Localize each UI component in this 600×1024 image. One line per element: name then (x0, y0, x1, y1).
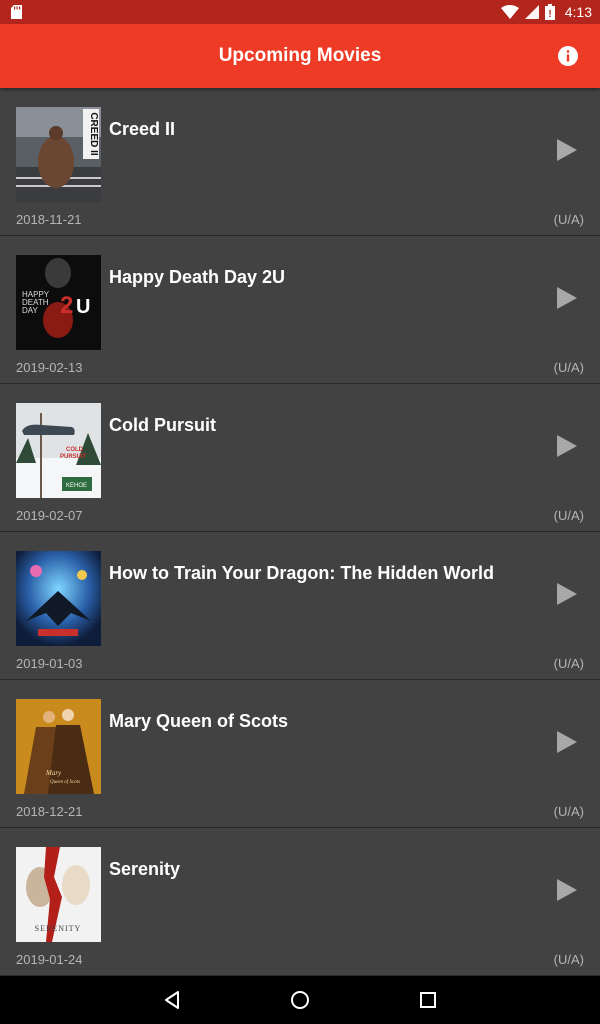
play-icon[interactable] (557, 139, 577, 161)
movie-list[interactable]: CREED II Creed II 2018-11-21 (U/A) HAPPY… (0, 88, 600, 976)
movie-list-item[interactable]: COLD PURSUIT KEHOE Cold Pursuit 2019-02-… (0, 384, 600, 532)
svg-text:!: ! (548, 9, 551, 20)
movie-list-item[interactable]: CREED II Creed II 2018-11-21 (U/A) (0, 88, 600, 236)
release-date: 2018-11-21 (16, 212, 82, 227)
movie-poster: COLD PURSUIT KEHOE (16, 403, 101, 498)
svg-text:COLD: COLD (66, 447, 84, 453)
svg-text:SERENITY: SERENITY (35, 924, 82, 933)
play-icon[interactable] (557, 731, 577, 753)
svg-text:Mary: Mary (45, 769, 62, 777)
rating-badge: (U/A) (553, 952, 584, 967)
movie-title: Serenity (109, 859, 181, 879)
play-icon[interactable] (557, 879, 577, 901)
navigation-bar (0, 976, 600, 1024)
movie-list-item[interactable]: HAPPY DEATH DAY 2 U Happy Death Day 2U 2… (0, 236, 600, 384)
battery-icon: ! (544, 4, 555, 20)
movie-title: Happy Death Day 2U (109, 267, 286, 287)
status-bar: ! 4:13 (0, 0, 600, 24)
rating-badge: (U/A) (553, 360, 584, 375)
movie-list-item[interactable]: Mary Queen of Scots Mary Queen of Scots … (0, 680, 600, 828)
status-time: 4:13 (564, 4, 592, 20)
wifi-icon (500, 5, 519, 19)
recents-icon[interactable] (416, 988, 440, 1012)
svg-text:CREED II: CREED II (88, 112, 99, 156)
svg-text:DAY: DAY (22, 306, 39, 315)
release-date: 2018-12-21 (16, 804, 83, 819)
movie-list-item[interactable]: How to Train Your Dragon: The Hidden Wor… (0, 532, 600, 680)
movie-list-item[interactable]: SERENITY Serenity 2019-01-24 (U/A) (0, 828, 600, 976)
svg-text:U: U (76, 296, 90, 318)
movie-poster (16, 551, 101, 646)
movie-title: How to Train Your Dragon: The Hidden Wor… (109, 563, 494, 583)
svg-text:PURSUIT: PURSUIT (60, 454, 87, 460)
release-date: 2019-01-03 (16, 656, 83, 671)
svg-text:KEHOE: KEHOE (66, 483, 87, 489)
release-date: 2019-02-13 (16, 360, 83, 375)
play-icon[interactable] (557, 583, 577, 605)
cell-signal-icon (524, 5, 539, 19)
play-icon[interactable] (557, 435, 577, 457)
rating-badge: (U/A) (553, 656, 584, 671)
sd-card-icon (11, 5, 22, 19)
movie-poster: HAPPY DEATH DAY 2 U (16, 255, 101, 350)
movie-poster: SERENITY (16, 847, 101, 942)
rating-badge: (U/A) (553, 804, 584, 819)
movie-poster: Mary Queen of Scots (16, 699, 101, 794)
movie-title: Mary Queen of Scots (109, 711, 289, 731)
svg-text:Queen of Scots: Queen of Scots (50, 780, 80, 785)
movie-title: Creed II (109, 119, 176, 139)
play-icon[interactable] (557, 287, 577, 309)
release-date: 2019-01-24 (16, 952, 83, 967)
page-title: Upcoming Movies (218, 45, 382, 66)
rating-badge: (U/A) (553, 212, 584, 227)
svg-text:2: 2 (60, 292, 73, 319)
home-icon[interactable] (288, 988, 312, 1012)
movie-title: Cold Pursuit (109, 415, 216, 435)
movie-poster: CREED II (16, 107, 101, 202)
info-icon[interactable] (556, 44, 580, 68)
rating-badge: (U/A) (553, 508, 584, 523)
release-date: 2019-02-07 (16, 508, 83, 523)
back-icon[interactable] (160, 988, 184, 1012)
app-bar: Upcoming Movies (0, 24, 600, 88)
